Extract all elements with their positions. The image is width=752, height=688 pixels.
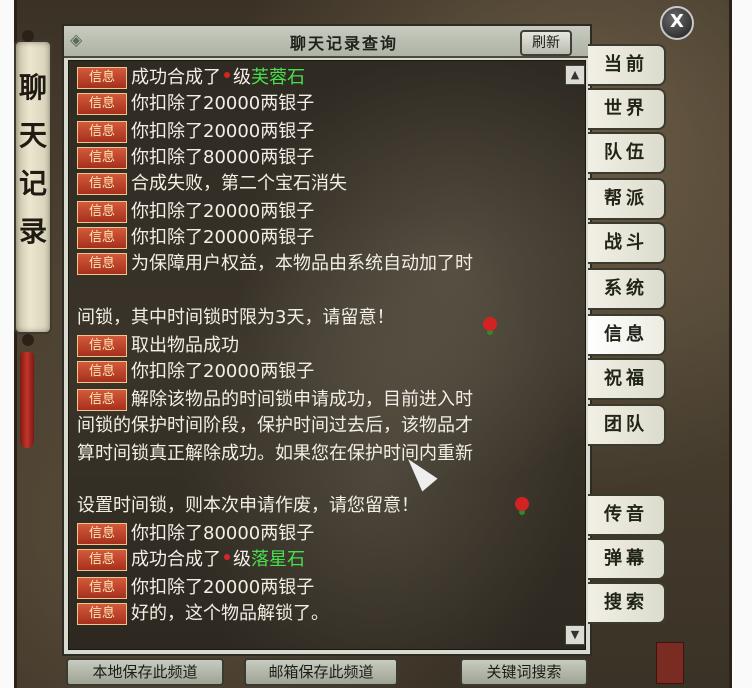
message-text: 为保障用户权益，本物品由系统自动加了时 [131, 253, 473, 274]
tab-4[interactable]: 帮派 [588, 178, 666, 220]
chat-message-row: 间锁的保护时间阶段，保护时间过去后，该物品才 [77, 413, 473, 439]
seal-stamp-icon [656, 642, 684, 684]
level-text: 级 [233, 67, 251, 88]
chat-message-row: 设置时间锁，则本次申请作废，请您留意！ [77, 493, 419, 519]
scroll-up-icon[interactable]: ▲ [565, 65, 585, 85]
chat-message-row: 信息 你扣除了20000两银子 [77, 359, 314, 385]
chat-message-row: 算时间锁真正解除成功。如果您在保护时间内重新 [77, 441, 473, 467]
side-title-text: 聊天记录 [19, 71, 48, 248]
tab-11[interactable]: 弹幕 [588, 538, 666, 580]
chat-message-row: 信息 你扣除了20000两银子 [77, 575, 314, 601]
tassel-decoration [20, 352, 34, 448]
message-text: 你扣除了80000两银子 [131, 523, 315, 544]
chat-message-row: 信息 成功合成了 级芙蓉石 [77, 65, 305, 91]
channel-badge[interactable]: 信息 [77, 389, 127, 411]
channel-badge[interactable]: 信息 [77, 361, 127, 383]
channel-badge[interactable]: 信息 [77, 603, 127, 625]
message-text: 间锁的保护时间阶段，保护时间过去后，该物品才 [77, 415, 473, 436]
message-text: 设置时间锁，则本次申请作废，请您留意！ [77, 495, 419, 516]
chat-message-row: 信息 你扣除了20000两银子 [77, 91, 314, 117]
chat-message-row: 信息 你扣除了80000两银子 [77, 521, 314, 547]
message-text: 成功合成了 [131, 67, 221, 88]
corner-ornament-icon: ◈ [70, 30, 83, 49]
message-text: 你扣除了20000两银子 [131, 361, 315, 382]
chat-message-row: 信息 你扣除了20000两银子 [77, 225, 314, 251]
message-text: 成功合成了 [131, 549, 221, 570]
tab-10[interactable]: 传音 [588, 494, 666, 536]
flower-icon [483, 317, 497, 331]
chat-message-row: 信息 你扣除了20000两银子 [77, 119, 314, 145]
level-marker-icon [224, 72, 230, 78]
chat-message-row: 信息 你扣除了80000两银子 [77, 145, 314, 171]
channel-badge[interactable]: 信息 [77, 335, 127, 357]
tab-7[interactable]: 信息 [588, 314, 666, 356]
save-local-button[interactable]: 本地保存此频道 [66, 658, 224, 686]
message-text: 取出物品成功 [131, 335, 239, 356]
keyword-search-button[interactable]: 关键词搜索 [460, 658, 588, 686]
channel-badge[interactable]: 信息 [77, 121, 127, 143]
scroll-bead-bottom [22, 334, 34, 346]
tab-1[interactable]: 当前 [588, 44, 666, 86]
channel-badge[interactable]: 信息 [77, 253, 127, 275]
close-button[interactable]: X [660, 6, 694, 40]
chat-log-panel: ◈ 聊天记录查询 刷新 ▲ ▼ 信息 成功合成了 级芙蓉石 信息 你扣除了20000两银… [62, 24, 592, 656]
message-text: 间锁，其中时间锁时限为3天，请留意！ [77, 307, 395, 328]
message-text: 好的，这个物品解锁了。 [131, 603, 329, 624]
message-text: 你扣除了20000两银子 [131, 577, 315, 598]
tab-3[interactable]: 队伍 [588, 132, 666, 174]
save-mail-button[interactable]: 邮箱保存此频道 [244, 658, 398, 686]
channel-badge[interactable]: 信息 [77, 147, 127, 169]
chat-message-row: 信息 解除该物品的时间锁申请成功，目前进入时 [77, 387, 473, 413]
message-text: 算时间锁真正解除成功。如果您在保护时间内重新 [77, 443, 473, 464]
channel-badge[interactable]: 信息 [77, 93, 127, 115]
chat-message-row: 信息 好的，这个物品解锁了。 [77, 601, 329, 627]
tab-12[interactable]: 搜索 [588, 582, 666, 624]
channel-badge[interactable]: 信息 [77, 549, 127, 571]
chat-message-row: 间锁，其中时间锁时限为3天，请留意！ [77, 305, 394, 331]
chat-message-row: 信息 为保障用户权益，本物品由系统自动加了时 [77, 251, 473, 277]
tab-9[interactable]: 团队 [588, 404, 666, 446]
gem-name-link[interactable]: 落星石 [251, 549, 305, 570]
channel-badge[interactable]: 信息 [77, 523, 127, 545]
chat-message-row: 信息 你扣除了20000两银子 [77, 199, 314, 225]
window-title: 聊天记录查询 [289, 34, 398, 53]
chat-message-row: 信息 取出物品成功 [77, 333, 239, 359]
channel-badge[interactable]: 信息 [77, 577, 127, 599]
channel-badge[interactable]: 信息 [77, 201, 127, 223]
chat-message-row: 信息 合成失败，第二个宝石消失 [77, 171, 347, 197]
scroll-down-icon[interactable]: ▼ [565, 625, 585, 645]
message-text: 合成失败，第二个宝石消失 [131, 173, 347, 194]
chat-log-area[interactable]: ▲ ▼ 信息 成功合成了 级芙蓉石 信息 你扣除了20000两银子 信息 你扣除了20000… [68, 60, 586, 650]
refresh-button[interactable]: 刷新 [520, 30, 572, 56]
flower-icon [515, 497, 529, 511]
tab-5[interactable]: 战斗 [588, 222, 666, 264]
message-text: 你扣除了80000两银子 [131, 147, 315, 168]
side-title-scroll: 聊天记录 [14, 40, 52, 334]
message-text: 解除该物品的时间锁申请成功，目前进入时 [131, 389, 473, 410]
message-text: 你扣除了20000两银子 [131, 201, 315, 222]
chat-message-row: 信息 成功合成了 级落星石 [77, 547, 305, 573]
scroll-bead-top [22, 30, 34, 42]
title-bar: ◈ 聊天记录查询 刷新 [64, 26, 590, 58]
level-text: 级 [233, 549, 251, 570]
message-text: 你扣除了20000两银子 [131, 93, 315, 114]
tab-8[interactable]: 祝福 [588, 358, 666, 400]
tab-6[interactable]: 系统 [588, 268, 666, 310]
level-marker-icon [224, 554, 230, 560]
channel-badge[interactable]: 信息 [77, 227, 127, 249]
channel-badge[interactable]: 信息 [77, 67, 127, 89]
channel-badge[interactable]: 信息 [77, 173, 127, 195]
tab-2[interactable]: 世界 [588, 88, 666, 130]
gem-name-link[interactable]: 芙蓉石 [251, 67, 305, 88]
message-text: 你扣除了20000两银子 [131, 121, 315, 142]
message-text: 你扣除了20000两银子 [131, 227, 315, 248]
